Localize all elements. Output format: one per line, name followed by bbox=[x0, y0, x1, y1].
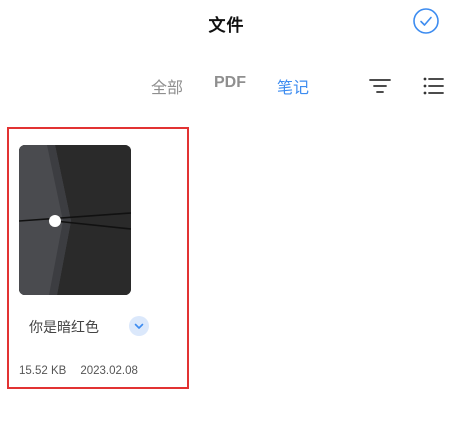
check-circle-icon bbox=[413, 8, 439, 34]
sort-filter-icon bbox=[369, 79, 391, 93]
file-size: 15.52 KB bbox=[19, 365, 67, 377]
file-card[interactable]: 你是暗红色 15.52 KB 2023.02.08 bbox=[7, 127, 189, 389]
top-bar: 文件 bbox=[0, 0, 453, 46]
tab-pdf[interactable]: PDF bbox=[214, 74, 246, 92]
note-preview-image bbox=[19, 145, 131, 295]
tab-notes[interactable]: 笔记 bbox=[277, 74, 309, 98]
page-title: 文件 bbox=[208, 16, 245, 36]
list-view-icon bbox=[423, 77, 444, 95]
select-mode-button[interactable] bbox=[412, 7, 440, 35]
tab-all[interactable]: 全部 bbox=[151, 74, 183, 98]
file-meta: 15.52 KB 2023.02.08 bbox=[19, 365, 138, 377]
file-thumbnail bbox=[19, 145, 131, 295]
sort-button[interactable] bbox=[367, 73, 393, 99]
file-options-button[interactable] bbox=[129, 316, 149, 336]
file-name: 你是暗红色 bbox=[29, 320, 99, 336]
view-mode-button[interactable] bbox=[420, 73, 446, 99]
file-date: 2023.02.08 bbox=[80, 365, 138, 377]
chevron-down-icon bbox=[134, 323, 144, 329]
